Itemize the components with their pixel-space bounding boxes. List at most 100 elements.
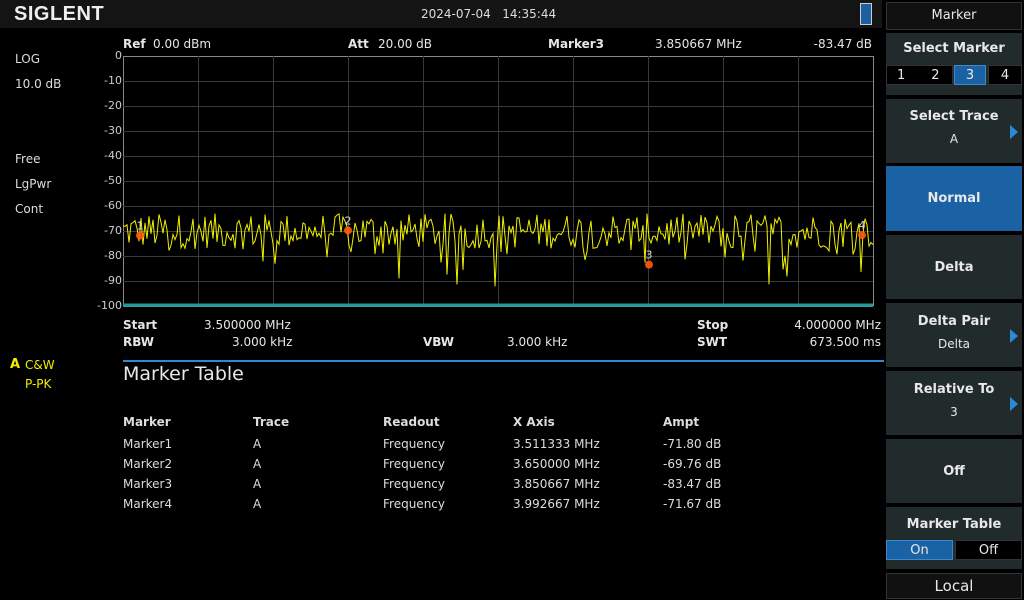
normal-key[interactable]: Normal	[886, 166, 1022, 231]
table-cell: A	[253, 437, 262, 451]
marker-3-label: 3	[646, 249, 653, 262]
y-tick-label: -20	[104, 99, 122, 112]
marker-table-label: Marker Table	[906, 517, 1002, 532]
col-marker: Marker	[123, 415, 171, 429]
table-cell: Marker1	[123, 437, 173, 451]
table-row[interactable]: Marker1 A Frequency 3.511333 MHz -71.80 dB	[123, 434, 763, 454]
marker-option-2[interactable]: 2	[931, 68, 939, 83]
trace-label: A	[10, 357, 21, 372]
marker-1-point	[135, 231, 144, 240]
select-trace-label: Select Trace	[909, 109, 999, 124]
datetime: 2024-07-04 14:35:44	[421, 7, 556, 21]
table-cell: -71.67 dB	[663, 497, 722, 511]
delta-pair-value: Delta	[937, 337, 970, 351]
col-trace: Trace	[253, 415, 290, 429]
table-cell: -69.76 dB	[663, 457, 722, 471]
delta-pair-key[interactable]: Delta Pair Delta	[886, 303, 1022, 367]
table-cell: Marker2	[123, 457, 173, 471]
table-cell: 3.650000 MHz	[513, 457, 600, 471]
y-tick-label: -50	[104, 174, 122, 187]
arrow-right-icon	[1010, 125, 1018, 139]
marker-option-3[interactable]: 3	[954, 65, 986, 85]
relative-to-label: Relative To	[913, 382, 995, 397]
delta-key[interactable]: Delta	[886, 235, 1022, 299]
date: 2024-07-04	[421, 7, 491, 21]
trigger-mode: Free	[15, 152, 41, 166]
marker-2-label: 2	[345, 214, 352, 227]
table-cell: Frequency	[383, 477, 445, 491]
stop-label: Stop	[697, 318, 729, 332]
swt-label: SWT	[697, 335, 728, 349]
col-readout: Readout	[383, 415, 440, 429]
off-key[interactable]: Off	[886, 439, 1022, 503]
att-label: Att	[348, 37, 369, 51]
att-value[interactable]: 20.00 dB	[378, 37, 432, 51]
marker-table-key: Marker Table On Off	[886, 507, 1022, 569]
spectrum-plot[interactable]: 1 2 3 4	[123, 56, 874, 307]
select-marker-key: Select Marker 12 3 4	[886, 33, 1022, 95]
marker-option-1[interactable]: 1	[897, 68, 905, 83]
ref-value[interactable]: 0.00 dBm	[153, 37, 211, 51]
scale-div: 10.0 dB	[15, 77, 62, 91]
active-marker-ampt: -83.47 dB	[813, 37, 872, 51]
rbw-label: RBW	[123, 335, 154, 349]
marker-table: Marker Trace Readout X Axis Ampt Marker1…	[123, 410, 763, 514]
table-cell: A	[253, 477, 262, 491]
start-value[interactable]: 3.500000 MHz	[204, 318, 291, 332]
arrow-right-icon	[1010, 397, 1018, 411]
table-row[interactable]: Marker3 A Frequency 3.850667 MHz -83.47 dB	[123, 474, 763, 494]
marker-1-label: 1	[136, 220, 143, 233]
table-cell: A	[253, 457, 262, 471]
marker-2-point	[344, 226, 352, 235]
menu-title: Marker	[886, 2, 1022, 30]
arrow-right-icon	[1010, 329, 1018, 343]
marker-table-off[interactable]: Off	[955, 540, 1022, 560]
normal-label: Normal	[927, 191, 981, 206]
rbw-value[interactable]: 3.000 kHz	[232, 335, 292, 349]
table-cell: -71.80 dB	[663, 437, 722, 451]
vbw-label: VBW	[423, 335, 455, 349]
table-row[interactable]: Marker4 A Frequency 3.992667 MHz -71.67 dB	[123, 494, 763, 514]
ref-label: Ref	[123, 37, 146, 51]
marker-table-on[interactable]: On	[886, 540, 953, 560]
marker-3-point	[645, 260, 654, 269]
vbw-value[interactable]: 3.000 kHz	[507, 335, 567, 349]
delta-label: Delta	[934, 260, 974, 275]
usb-icon	[860, 3, 872, 25]
detector-mode: LgPwr	[15, 177, 52, 191]
table-cell: -83.47 dB	[663, 477, 722, 491]
table-cell: A	[253, 497, 262, 511]
relative-to-value: 3	[950, 405, 958, 419]
delta-pair-label: Delta Pair	[917, 314, 991, 329]
y-tick-label: -90	[104, 274, 122, 287]
table-cell: Frequency	[383, 457, 445, 471]
marker-4-point	[858, 231, 867, 240]
active-marker-freq: 3.850667 MHz	[655, 37, 742, 51]
swt-value[interactable]: 673.500 ms	[810, 335, 881, 349]
y-tick-label: -10	[104, 74, 122, 87]
trace-mode: C&W	[25, 358, 55, 372]
table-cell: 3.992667 MHz	[513, 497, 600, 511]
select-trace-key[interactable]: Select Trace A	[886, 99, 1022, 163]
table-cell: 3.511333 MHz	[513, 437, 600, 451]
y-tick-label: -60	[104, 199, 122, 212]
table-row[interactable]: Marker2 A Frequency 3.650000 MHz -69.76 dB	[123, 454, 763, 474]
divider	[123, 360, 884, 362]
relative-to-key[interactable]: Relative To 3	[886, 371, 1022, 435]
y-tick-label: -100	[97, 299, 122, 312]
sweep-mode: Cont	[15, 202, 44, 216]
table-cell: 3.850667 MHz	[513, 477, 600, 491]
table-cell: Frequency	[383, 437, 445, 451]
off-label: Off	[943, 464, 965, 479]
marker-table-title: Marker Table	[123, 363, 244, 385]
local-button[interactable]: Local	[886, 573, 1022, 599]
marker-option-4[interactable]: 4	[988, 65, 1022, 85]
stop-value[interactable]: 4.000000 MHz	[794, 318, 881, 332]
table-cell: Marker4	[123, 497, 173, 511]
siglent-logo: SIGLENT	[14, 3, 105, 25]
time: 14:35:44	[502, 7, 557, 21]
start-label: Start	[123, 318, 158, 332]
marker-4-label: 4	[859, 219, 866, 232]
table-cell: Marker3	[123, 477, 173, 491]
trace-detector: P-PK	[25, 377, 52, 391]
